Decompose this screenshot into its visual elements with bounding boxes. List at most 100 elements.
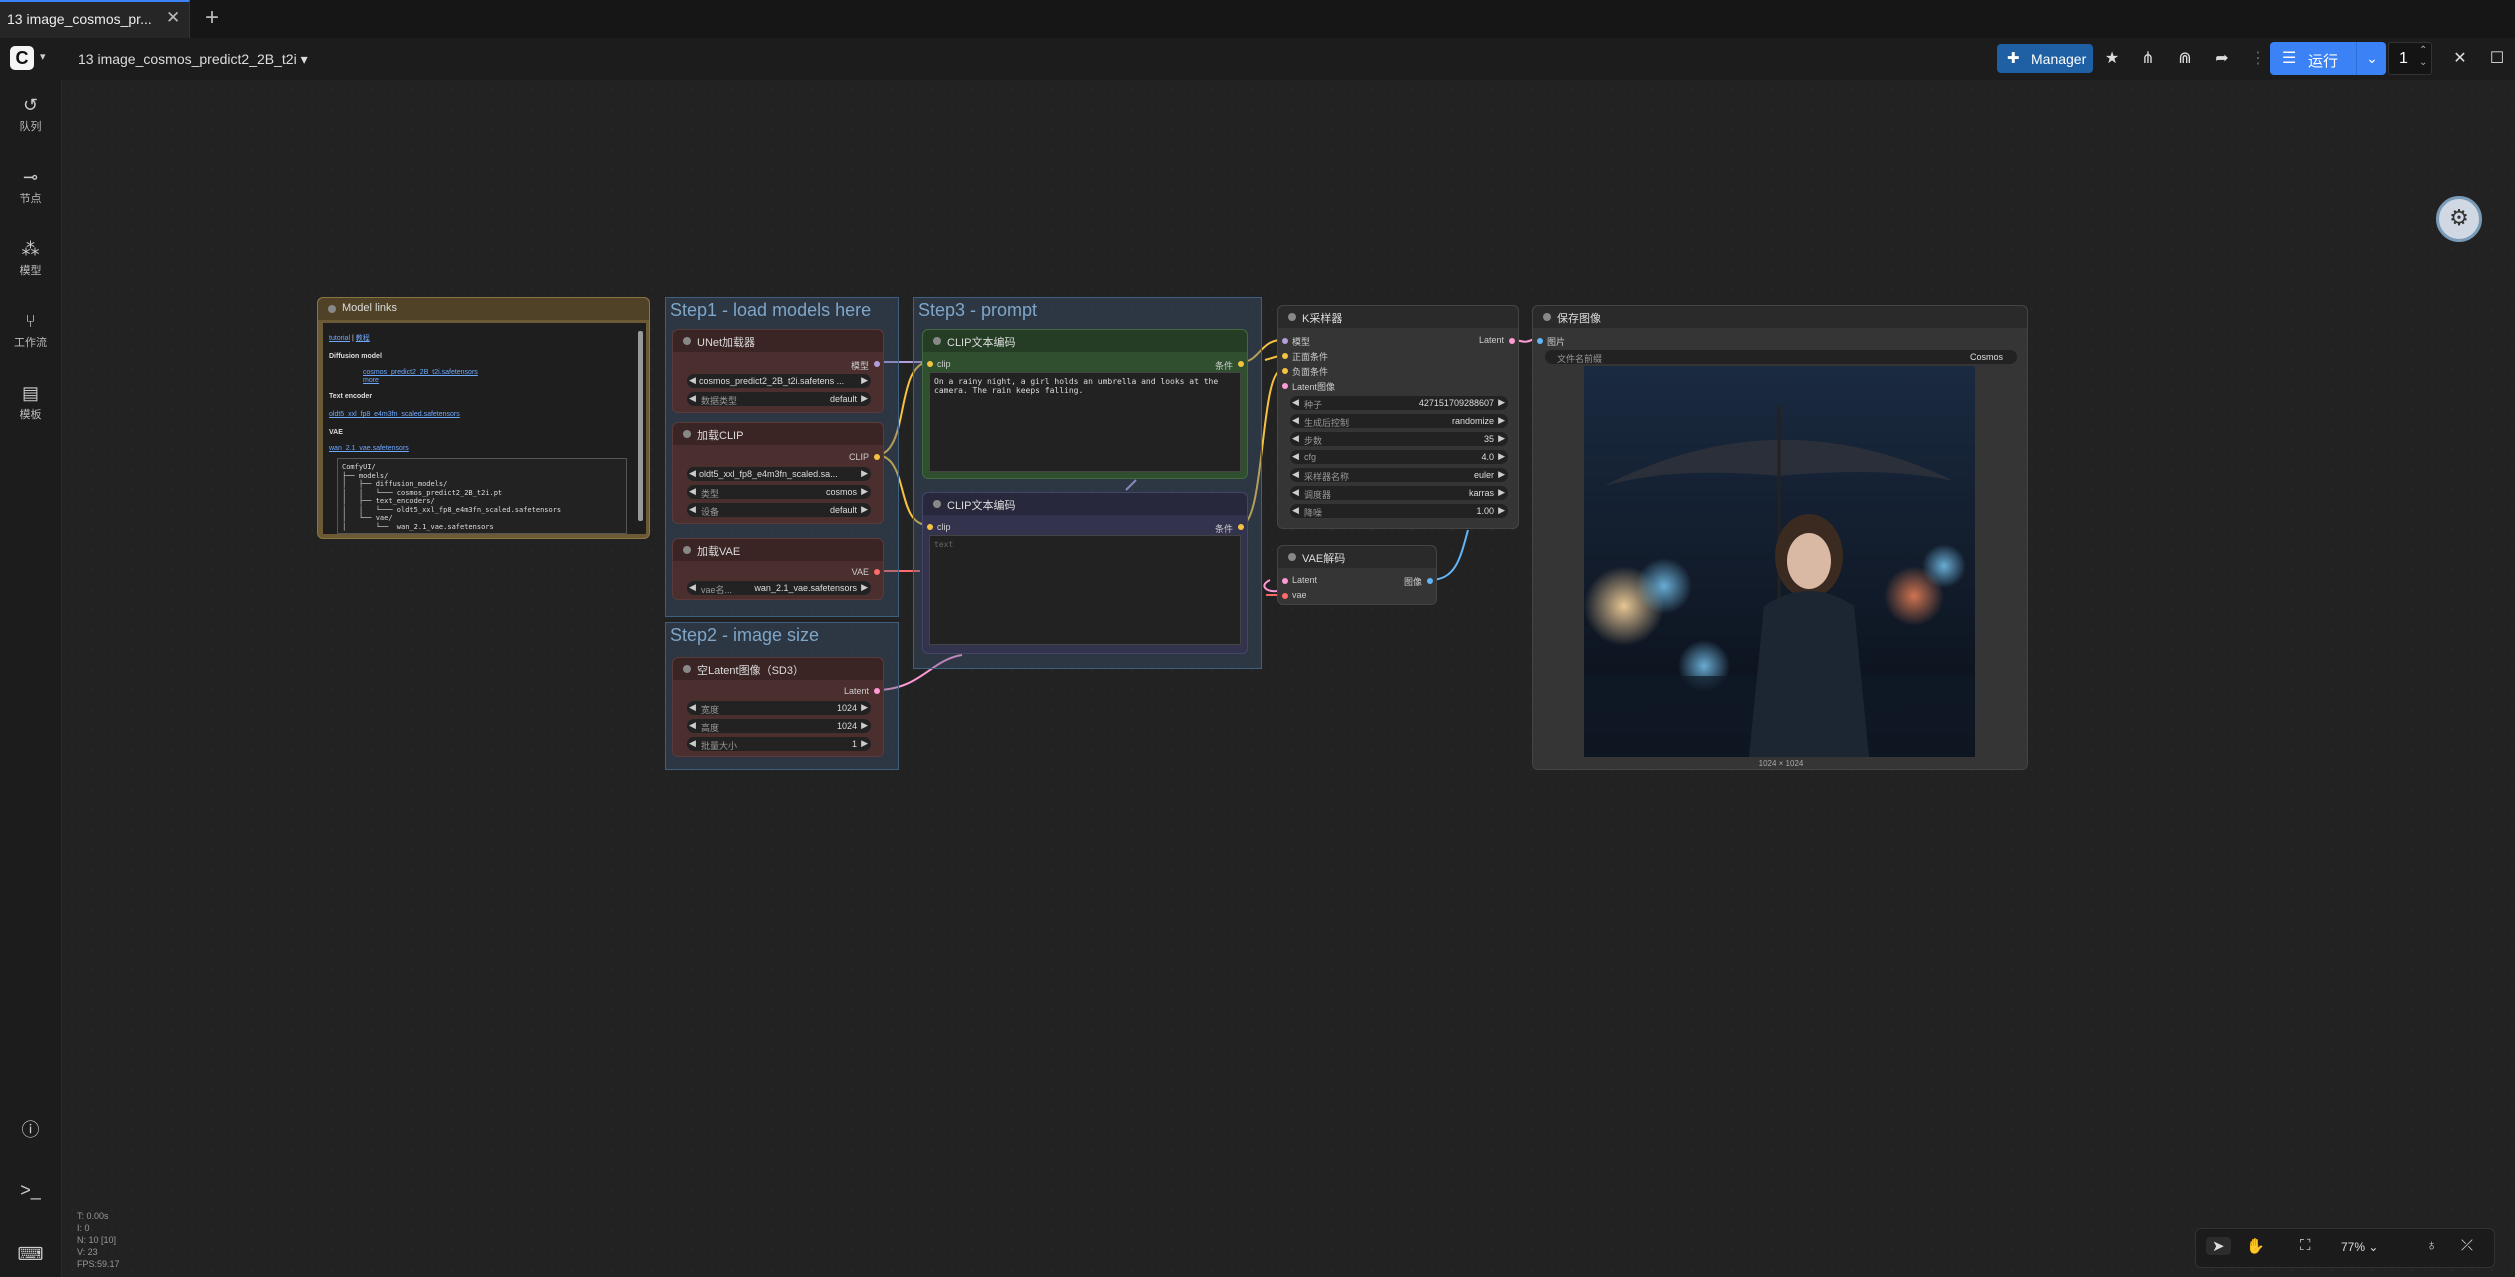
arrow-right-icon[interactable]: ▶	[861, 375, 868, 386]
arrow-left-icon[interactable]: ◀	[1292, 433, 1299, 444]
clip-text-encode-positive-node[interactable]: CLIP文本编码 clip 条件 On a rainy night, a gir…	[922, 329, 1248, 479]
text-encoder-heading: Text encoder	[329, 393, 373, 400]
arrow-left-icon[interactable]: ◀	[1292, 487, 1299, 498]
clip-name-widget[interactable]: ◀ oldt5_xxl_fp8_e4m3fn_scaled.sa... ▶	[687, 467, 871, 481]
input-port-label: 正面条件	[1292, 352, 1329, 362]
widget-value: cosmos_predict2_2B_t2i.safetens ...	[699, 376, 845, 386]
control-after-generate-widget[interactable]: ◀ 生成后控制 randomize ▶	[1290, 414, 1508, 428]
batch-size-widget[interactable]: ◀ 批量大小 1 ▶	[687, 737, 871, 751]
filename-prefix-widget[interactable]: 文件名前缀 Cosmos	[1545, 350, 2017, 364]
link-visibility-icon[interactable]: ⤫	[2461, 1237, 2473, 1254]
vae-loader-node[interactable]: 加载VAE VAE ◀ vae名... wan_2.1_vae.safetensor…	[672, 538, 884, 600]
arrow-left-icon[interactable]: ◀	[1292, 505, 1299, 516]
clip-loader-node[interactable]: 加载CLIP CLIP ◀ oldt5_xxl_fp8_e4m3fn_scaled…	[672, 422, 884, 524]
input-port[interactable]	[927, 524, 933, 530]
user-avatar-icon[interactable]: ⚙	[2436, 196, 2482, 242]
arrow-right-icon[interactable]: ▶	[1498, 415, 1505, 426]
arrow-left-icon[interactable]: ◀	[689, 486, 696, 497]
prompt-textarea[interactable]: On a rainy night, a girl holds an umbrel…	[929, 372, 1241, 472]
empty-latent-node[interactable]: 空Latent图像（SD3） Latent ◀ 宽度 1024 ▶ ◀ 高度 1024 ▶ …	[672, 657, 884, 757]
widget-value: 1.00	[1476, 506, 1494, 516]
output-port[interactable]	[874, 688, 880, 694]
unet-name-widget[interactable]: ◀ cosmos_predict2_2B_t2i.safetens ... ▶	[687, 374, 871, 388]
arrow-left-icon[interactable]: ◀	[1292, 469, 1299, 480]
input-port[interactable]	[1282, 578, 1288, 584]
weight-dtype-widget[interactable]: ◀ 数据类型 default ▶	[687, 392, 871, 406]
cfg-widget[interactable]: ◀ cfg 4.0 ▶	[1290, 450, 1508, 464]
arrow-right-icon[interactable]: ▶	[861, 720, 868, 731]
seed-widget[interactable]: ◀ 种子 427151709288607 ▶	[1290, 396, 1508, 410]
input-port[interactable]	[1282, 368, 1288, 374]
arrow-right-icon[interactable]: ▶	[861, 738, 868, 749]
height-widget[interactable]: ◀ 高度 1024 ▶	[687, 719, 871, 733]
fit-view-icon[interactable]: ⛶	[2300, 1237, 2311, 1254]
input-port[interactable]	[1282, 353, 1288, 359]
vae-link[interactable]: wan_2.1_vae.safetensors	[329, 445, 409, 452]
arrow-left-icon[interactable]: ◀	[689, 702, 696, 713]
zoom-control[interactable]: 77% ⌄	[2341, 1240, 2378, 1254]
output-port[interactable]	[1509, 338, 1515, 344]
device-widget[interactable]: ◀ 设备 default ▶	[687, 503, 871, 517]
tutorial-cn-link[interactable]: 教程	[356, 335, 370, 342]
widget-value: Cosmos	[1969, 352, 2003, 362]
steps-widget[interactable]: ◀ 步数 35 ▶	[1290, 432, 1508, 446]
sampler-name-widget[interactable]: ◀ 采样器名称 euler ▶	[1290, 468, 1508, 482]
arrow-left-icon[interactable]: ◀	[689, 582, 696, 593]
tutorial-link[interactable]: tutorial	[329, 335, 350, 342]
save-image-node[interactable]: 保存图像 图片 文件名前缀 Cosmos 1024 × 1024	[1532, 305, 2028, 770]
arrow-right-icon[interactable]: ▶	[861, 504, 868, 515]
arrow-right-icon[interactable]: ▶	[861, 582, 868, 593]
clip-text-encode-negative-node[interactable]: CLIP文本编码 clip 条件 text	[922, 492, 1248, 654]
output-port[interactable]	[874, 361, 880, 367]
arrow-right-icon[interactable]: ▶	[1498, 433, 1505, 444]
arrow-left-icon[interactable]: ◀	[689, 738, 696, 749]
input-port[interactable]	[1282, 383, 1288, 389]
output-port[interactable]	[1427, 578, 1433, 584]
unet-loader-node[interactable]: UNet加载器 模型 ◀ cosmos_predict2_2B_t2i.safet…	[672, 329, 884, 413]
diffusion-model-link[interactable]: cosmos_predict2_2B_t2i.safetensors	[363, 369, 478, 376]
arrow-right-icon[interactable]: ▶	[861, 468, 868, 479]
input-port[interactable]	[1282, 593, 1288, 599]
width-widget[interactable]: ◀ 宽度 1024 ▶	[687, 701, 871, 715]
denoise-widget[interactable]: ◀ 降噪 1.00 ▶	[1290, 504, 1508, 518]
clip-type-widget[interactable]: ◀ 类型 cosmos ▶	[687, 485, 871, 499]
arrow-left-icon[interactable]: ◀	[1292, 415, 1299, 426]
arrow-right-icon[interactable]: ▶	[1498, 505, 1505, 516]
input-port-label: vae	[1292, 590, 1307, 600]
arrow-right-icon[interactable]: ▶	[861, 393, 868, 404]
text-encoder-link[interactable]: oldt5_xxl_fp8_e4m3fn_scaled.safetensors	[329, 411, 460, 418]
input-port[interactable]	[1282, 338, 1288, 344]
arrow-left-icon[interactable]: ◀	[689, 393, 696, 404]
negative-prompt-textarea[interactable]: text	[929, 535, 1241, 645]
arrow-right-icon[interactable]: ▶	[861, 702, 868, 713]
output-port[interactable]	[1238, 361, 1244, 367]
input-port[interactable]	[927, 361, 933, 367]
arrow-left-icon[interactable]: ◀	[689, 504, 696, 515]
output-port[interactable]	[874, 569, 880, 575]
note-scrollbar[interactable]	[638, 331, 643, 521]
output-port-label: Latent	[843, 686, 869, 696]
output-port[interactable]	[874, 454, 880, 460]
bulb-icon[interactable]: ♁	[2426, 1237, 2437, 1254]
hand-tool-icon[interactable]: ✋	[2246, 1237, 2265, 1255]
ksampler-node[interactable]: K采样器 模型 正面条件 负面条件 Latent图像 Latent ◀ 种子 427…	[1277, 305, 1519, 529]
arrow-left-icon[interactable]: ◀	[689, 720, 696, 731]
model-links-node[interactable]: Model links tutorial | 教程 Diffusion mode…	[317, 297, 650, 539]
arrow-left-icon[interactable]: ◀	[1292, 397, 1299, 408]
widget-value: 427151709288607	[1418, 398, 1494, 408]
arrow-right-icon[interactable]: ▶	[1498, 451, 1505, 462]
select-tool-icon[interactable]: ➤	[2206, 1237, 2231, 1255]
arrow-right-icon[interactable]: ▶	[1498, 487, 1505, 498]
arrow-left-icon[interactable]: ◀	[689, 468, 696, 479]
vae-decode-node[interactable]: VAE解码 Latent vae 图像	[1277, 545, 1437, 605]
arrow-right-icon[interactable]: ▶	[1498, 397, 1505, 408]
arrow-left-icon[interactable]: ◀	[689, 375, 696, 386]
arrow-right-icon[interactable]: ▶	[1498, 469, 1505, 480]
arrow-left-icon[interactable]: ◀	[1292, 451, 1299, 462]
scheduler-widget[interactable]: ◀ 调度器 karras ▶	[1290, 486, 1508, 500]
vae-name-widget[interactable]: ◀ vae名... wan_2.1_vae.safetensors ▶	[687, 581, 871, 595]
input-port[interactable]	[1537, 338, 1543, 344]
output-port[interactable]	[1238, 524, 1244, 530]
arrow-right-icon[interactable]: ▶	[861, 486, 868, 497]
more-link[interactable]: more	[363, 377, 379, 384]
